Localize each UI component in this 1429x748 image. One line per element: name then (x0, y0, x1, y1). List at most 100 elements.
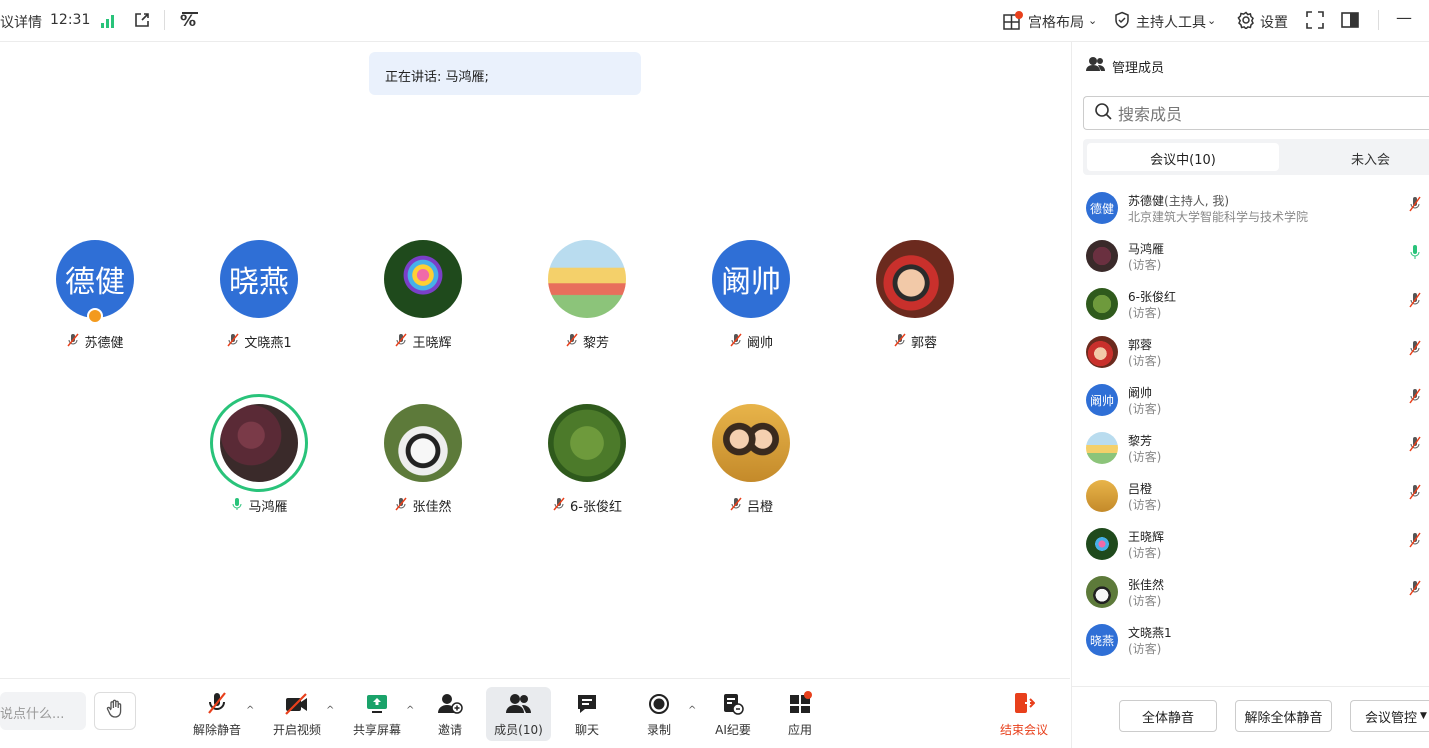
record-label: 录制 (646, 723, 671, 737)
meeting-details-link[interactable]: 议详情 (0, 12, 42, 32)
avatar: 阚帅 (712, 240, 790, 318)
members-button[interactable]: 成员(10) (486, 689, 551, 738)
avatar: 德健 (56, 240, 134, 324)
member-name: 文晓燕1 (1128, 626, 1172, 640)
record-button[interactable]: 录制 (627, 689, 691, 738)
search-input[interactable]: 搜索成员 (1083, 96, 1429, 130)
participant-tile[interactable]: 德健 苏德健 (15, 240, 175, 351)
minimize-icon[interactable]: — (1396, 8, 1412, 27)
network-stats-icon[interactable]: % (180, 11, 200, 33)
mic-muted-icon (66, 333, 80, 351)
member-row[interactable]: 晓燕 文晓燕1 (访客) (1086, 620, 1429, 664)
mic-muted-icon (729, 497, 743, 515)
chevron-down-icon[interactable]: ⌄ (1207, 14, 1216, 27)
participant-tile[interactable]: 晓燕 文晓燕1 (179, 240, 339, 351)
sidebar-toggle-icon[interactable] (1341, 11, 1359, 33)
settings-button[interactable]: 设置 (1260, 12, 1288, 32)
bottom-toolbar: 说点什么... 解除静音 ^ 开启视频 ^ 共享屏幕 ^ 邀请 成员(10) 聊… (0, 678, 1070, 748)
grid-layout-button[interactable]: 宫格布局 (1028, 12, 1084, 32)
record-icon (627, 689, 691, 715)
member-organization: 北京建筑大学智能科学与技术学院 (1128, 210, 1309, 224)
mic-muted-icon[interactable] (1408, 484, 1422, 504)
member-row[interactable]: 王晓辉 (访客) (1086, 524, 1429, 568)
participant-tile[interactable]: 6-张俊红 (507, 404, 667, 515)
chevron-down-icon[interactable]: ⌄ (1088, 14, 1097, 27)
meeting-control-label: 会议管控 (1365, 710, 1418, 726)
participant-name: 马鸿雁 (248, 500, 288, 515)
member-row[interactable]: 黎芳 (访客) (1086, 428, 1429, 472)
participant-tile[interactable]: 阚帅 阚帅 (671, 240, 831, 351)
chevron-up-icon[interactable]: ^ (688, 705, 696, 716)
start-video-button[interactable]: 开启视频 (265, 689, 329, 738)
mic-active-icon[interactable] (1408, 244, 1422, 264)
invite-button[interactable]: 邀请 (418, 689, 482, 738)
participant-tile[interactable]: 黎芳 (507, 240, 667, 351)
apps-grid-icon (768, 689, 832, 715)
shield-icon[interactable] (1113, 11, 1131, 33)
mic-muted-icon[interactable] (1408, 580, 1422, 600)
unmute-all-button[interactable]: 解除全体静音 (1235, 700, 1332, 732)
member-row[interactable]: 6-张俊红 (访客) (1086, 284, 1429, 328)
fullscreen-icon[interactable] (1306, 11, 1324, 33)
avatar-initials: 阚帅 (721, 265, 781, 300)
speaking-indicator: 正在讲话: 马鸿雁; (369, 52, 641, 95)
mic-muted-icon[interactable] (1408, 292, 1422, 312)
chevron-up-icon[interactable]: ^ (326, 705, 334, 716)
avatar-initials: 晓燕 (1089, 633, 1114, 648)
search-icon (1094, 102, 1112, 124)
member-avatar: 阚帅 (1086, 384, 1118, 416)
tab-in-meeting[interactable]: 会议中(10) (1087, 143, 1279, 171)
grid-layout-icon[interactable] (1003, 11, 1023, 35)
raise-hand-button[interactable] (94, 692, 136, 730)
participant-name: 阚帅 (746, 336, 773, 351)
gear-icon[interactable] (1237, 11, 1255, 33)
chat-quick-input[interactable]: 说点什么... (0, 692, 86, 730)
signal-icon[interactable] (100, 14, 116, 32)
host-tools-button[interactable]: 主持人工具 (1136, 12, 1206, 32)
member-role: (访客) (1128, 498, 1162, 512)
share-screen-label: 共享屏幕 (352, 723, 401, 737)
chevron-up-icon[interactable]: ^ (246, 705, 254, 716)
mic-muted-icon (226, 333, 240, 351)
mic-muted-icon[interactable] (1408, 532, 1422, 552)
speaking-ring (210, 394, 308, 492)
meeting-control-button[interactable]: 会议管控 ▼ (1350, 700, 1429, 732)
mic-muted-icon[interactable] (1408, 340, 1422, 360)
chat-button[interactable]: 聊天 (555, 689, 619, 738)
member-name: 黎芳 (1128, 434, 1153, 448)
apps-button[interactable]: 应用 (768, 689, 832, 738)
participant-name: 苏德健 (84, 336, 124, 351)
member-row[interactable]: 郭蓉 (访客) (1086, 332, 1429, 376)
mute-all-button[interactable]: 全体静音 (1119, 700, 1217, 732)
host-badge-icon (87, 308, 103, 324)
tab-not-joined[interactable]: 未入会 (1351, 149, 1390, 168)
ai-minutes-button[interactable]: AI纪要 (701, 689, 765, 738)
member-row[interactable]: 德健 苏德健(主持人, 我) 北京建筑大学智能科学与技术学院 (1086, 188, 1429, 232)
chevron-up-icon[interactable]: ^ (406, 705, 414, 716)
participant-tile[interactable]: 张佳然 (343, 404, 503, 515)
end-meeting-button[interactable]: 结束会议 (992, 689, 1056, 738)
member-avatar (1086, 576, 1118, 608)
member-avatar (1086, 528, 1118, 560)
member-row[interactable]: 张佳然 (访客) (1086, 572, 1429, 616)
participant-tile[interactable]: 吕橙 (671, 404, 831, 515)
ai-minutes-label: AI纪要 (715, 723, 751, 737)
chat-icon (555, 689, 619, 715)
top-bar: 议详情 12:31 % 宫格布局 ⌄ 主持人工具 ⌄ 设置 — (0, 0, 1429, 42)
share-screen-icon (345, 689, 409, 715)
popout-icon[interactable] (133, 11, 151, 33)
mic-muted-icon[interactable] (1408, 436, 1422, 456)
member-row[interactable]: 马鸿雁 (访客) (1086, 236, 1429, 280)
participant-tile-speaking[interactable]: 马鸿雁 (179, 394, 339, 515)
member-row[interactable]: 吕橙 (访客) (1086, 476, 1429, 520)
participant-tile[interactable]: 郭蓉 (835, 240, 995, 351)
mic-muted-icon[interactable] (1408, 196, 1422, 216)
participant-name: 文晓燕1 (244, 336, 292, 351)
member-row[interactable]: 阚帅 阚帅 (访客) (1086, 380, 1429, 424)
mic-muted-icon[interactable] (1408, 388, 1422, 408)
member-name: 王晓辉 (1128, 530, 1165, 544)
participant-tile[interactable]: 王晓辉 (343, 240, 503, 351)
unmute-button[interactable]: 解除静音 (185, 689, 249, 738)
member-avatar (1086, 480, 1118, 512)
share-screen-button[interactable]: 共享屏幕 (345, 689, 409, 738)
